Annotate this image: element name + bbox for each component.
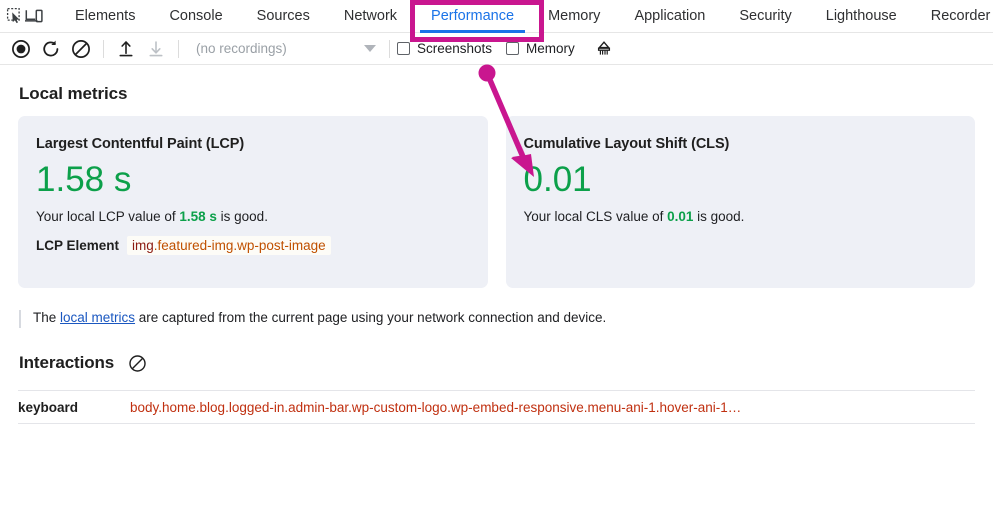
record-and-reload-button[interactable] [36, 36, 66, 62]
tab-label: Network [343, 8, 398, 24]
record-button[interactable] [6, 36, 36, 62]
devtools-tabbar: Elements Console Sources Network Perform… [0, 0, 993, 33]
tab-label: Sources [256, 8, 310, 24]
interaction-type: keyboard [18, 399, 79, 415]
local-metrics-info: The local metrics are captured from the … [19, 310, 975, 328]
cls-card-value: 0.01 [523, 160, 592, 199]
chevron-down-icon [364, 45, 376, 52]
active-tab-underline [420, 29, 526, 33]
info-prefix: The [33, 310, 61, 325]
clear-interactions-icon[interactable] [128, 354, 147, 373]
info-suffix: are captured from the current page using… [135, 310, 607, 325]
tab-label: Elements [75, 8, 136, 24]
tab-label: Memory [548, 8, 601, 24]
tab-performance[interactable]: Performance [414, 0, 531, 33]
performance-toolbar: (no recordings) Screenshots Memory [0, 33, 993, 65]
lcp-card-value: 1.58 s [36, 160, 132, 199]
tab-sources[interactable]: Sources [240, 0, 327, 33]
checkbox-box[interactable] [397, 42, 410, 55]
tab-label: Application [634, 8, 706, 24]
tab-memory[interactable]: Memory [531, 0, 617, 33]
inspect-element-icon[interactable] [6, 3, 24, 29]
toolbar-divider [103, 39, 104, 58]
tab-label: Recorder [930, 8, 991, 24]
tab-network[interactable]: Network [327, 0, 414, 33]
device-toolbar-icon[interactable] [24, 3, 44, 29]
clear-button[interactable] [66, 36, 96, 62]
tab-label: Security [739, 8, 792, 24]
performance-content: Local metrics Largest Contentful Paint (… [0, 84, 993, 424]
tab-recorder[interactable]: Recorder [914, 0, 993, 33]
local-metrics-link[interactable]: local metrics [60, 310, 135, 325]
toolbar-divider [178, 39, 179, 58]
toolbar-divider [389, 39, 390, 58]
screenshots-checkbox[interactable]: Screenshots [397, 41, 492, 56]
tab-security[interactable]: Security [722, 0, 808, 33]
lcp-element-tag: img [132, 237, 154, 253]
cls-metric-card: Cumulative Layout Shift (CLS) 0.01 Your … [505, 116, 975, 288]
tab-elements[interactable]: Elements [58, 0, 152, 33]
cls-desc-prefix: Your local CLS value of [523, 208, 668, 224]
lcp-element-classes: .featured-img.wp-post-image [153, 237, 326, 253]
lcp-element-row: LCP Element img.featured-img.wp-post-ima… [36, 235, 470, 255]
checkbox-box[interactable] [506, 42, 520, 55]
interaction-selector: body.home.blog.logged-in.admin-bar.wp-cu… [130, 399, 742, 415]
tab-application[interactable]: Application [617, 0, 722, 33]
cls-card-description: Your local CLS value of 0.01 is good. [524, 209, 958, 224]
interactions-table: keyboard body.home.blog.logged-in.admin-… [18, 390, 975, 424]
download-icon[interactable] [141, 36, 171, 62]
local-metrics-cards: Largest Contentful Paint (LCP) 1.58 s Yo… [18, 116, 975, 288]
memory-checkbox[interactable]: Memory [506, 41, 575, 56]
info-accent-bar [19, 310, 21, 328]
recordings-select[interactable]: (no recordings) [186, 36, 382, 62]
interactions-header: Interactions [19, 353, 975, 373]
interactions-heading: Interactions [19, 353, 115, 372]
cls-desc-suffix: is good. [693, 208, 745, 224]
lcp-desc-suffix: is good. [216, 208, 268, 224]
tab-console[interactable]: Console [152, 0, 239, 33]
lcp-metric-card: Largest Contentful Paint (LCP) 1.58 s Yo… [18, 116, 488, 288]
devtools-window: Elements Console Sources Network Perform… [0, 0, 993, 532]
collect-garbage-icon[interactable] [589, 36, 619, 62]
table-row[interactable]: keyboard body.home.blog.logged-in.admin-… [18, 390, 975, 424]
devtools-tab-list: Elements Console Sources Network Perform… [58, 0, 993, 33]
cls-card-title: Cumulative Layout Shift (CLS) [523, 136, 730, 152]
screenshots-checkbox-label: Screenshots [417, 41, 493, 56]
lcp-desc-prefix: Your local LCP value of [36, 208, 180, 224]
lcp-element-label: LCP Element [36, 237, 120, 253]
tab-label: Lighthouse [825, 8, 897, 24]
cls-desc-value: 0.01 [667, 208, 694, 224]
tab-label: Console [169, 8, 223, 24]
local-metrics-heading: Local metrics [19, 84, 128, 103]
tab-lighthouse[interactable]: Lighthouse [809, 0, 914, 33]
lcp-card-title: Largest Contentful Paint (LCP) [36, 136, 245, 152]
memory-checkbox-label: Memory [526, 41, 575, 56]
lcp-element-value[interactable]: img.featured-img.wp-post-image [127, 235, 331, 255]
upload-icon[interactable] [111, 36, 141, 62]
tab-label: Performance [431, 8, 515, 24]
lcp-desc-value: 1.58 s [179, 208, 217, 224]
recordings-select-value: (no recordings) [196, 41, 287, 56]
info-text: The local metrics are captured from the … [33, 310, 606, 325]
lcp-card-description: Your local LCP value of 1.58 s is good. [36, 209, 470, 224]
